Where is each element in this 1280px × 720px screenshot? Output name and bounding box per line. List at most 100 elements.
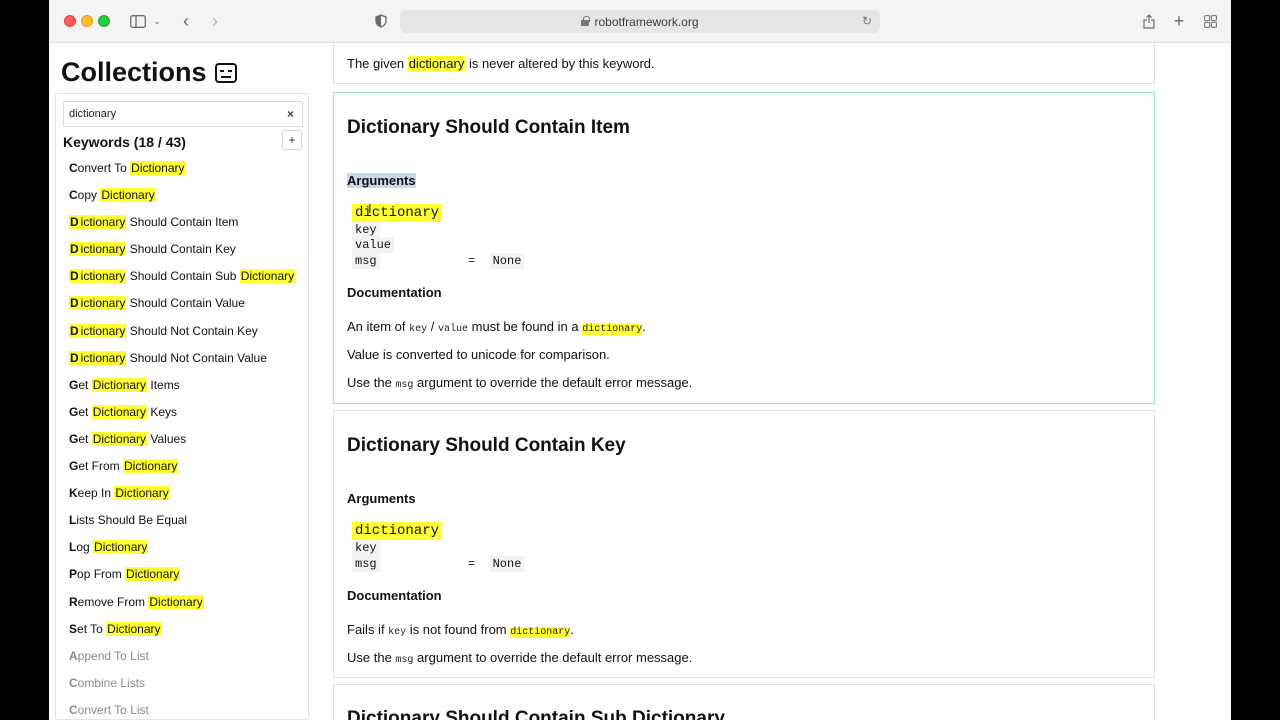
keyword-label-part: Dictionary: [130, 161, 186, 175]
keyword-label-part: Dictionary: [114, 486, 170, 501]
keyword-list-item[interactable]: Dictionary Should Contain Item: [69, 213, 295, 240]
keyword-title[interactable]: Dictionary Should Contain Sub Dictionary: [347, 708, 725, 720]
keyword-list-item[interactable]: Get From Dictionary: [69, 457, 295, 484]
argument-msg: msg: [352, 556, 380, 572]
keyword-title[interactable]: Dictionary Should Contain Item: [347, 117, 630, 139]
browser-toolbar: ⌄ ‹ › robotframework.org ↻ +: [49, 0, 1231, 43]
keyword-list: Convert To Dictionary Copy Dictionary Dict…: [69, 159, 296, 719]
keyword-list-item[interactable]: Get Dictionary Items: [69, 376, 295, 403]
argument-msg-default: = None: [468, 253, 525, 269]
keyword-label-part: G: [69, 404, 79, 419]
library-title-text: Collections: [61, 57, 207, 87]
keyword-label-part: P: [69, 567, 78, 582]
keyword-label-part: D: [69, 242, 80, 257]
keyword-label-part: C: [69, 675, 78, 690]
keyword-label-part: opy: [77, 188, 101, 203]
keyword-list-item[interactable]: Dictionary Should Contain Value: [69, 294, 295, 321]
clear-search-icon[interactable]: ×: [287, 107, 294, 121]
keyword-list-item[interactable]: Get Dictionary Keys: [69, 403, 295, 430]
keyword-label-part: C: [69, 161, 78, 175]
keyword-label-part: et To: [77, 621, 107, 636]
doc-line-1: An item of key / value must be found in …: [347, 319, 646, 335]
keyword-card-contain-key: Dictionary Should Contain Key Arguments …: [333, 410, 1155, 678]
keyword-label-part: Should Contain Item: [126, 215, 239, 230]
back-icon[interactable]: ‹: [177, 10, 195, 32]
keyword-list-item[interactable]: Set To Dictionary: [69, 620, 295, 647]
keyword-label-part: G: [69, 431, 79, 446]
close-window-button[interactable]: [64, 15, 76, 27]
keyword-list-item[interactable]: Pop From Dictionary: [69, 565, 295, 592]
keyword-label-part: ictionary: [79, 269, 127, 284]
documentation-heading: Documentation: [347, 285, 442, 300]
sidebar-toggle-icon[interactable]: [128, 10, 148, 32]
keyword-label-part: ictionary: [79, 296, 127, 311]
privacy-shield-icon[interactable]: [373, 10, 389, 32]
keyword-label-part: og: [76, 540, 94, 555]
keyword-list-item[interactable]: Lists Should Be Equal: [69, 511, 295, 538]
arguments-heading: Arguments: [347, 173, 416, 188]
keyword-label-part: D: [69, 269, 80, 284]
keyword-list-item[interactable]: Dictionary Should Not Contain Value: [69, 349, 295, 376]
keyword-list-item[interactable]: Convert To Dictionary: [69, 159, 295, 186]
keyword-list-item[interactable]: Combine Lists: [69, 674, 295, 701]
keyword-list-item[interactable]: Get Dictionary Values: [69, 430, 295, 457]
argument-key: key: [352, 540, 380, 556]
argument-value: value: [352, 237, 395, 253]
keyword-label-part: Dictionary: [123, 459, 179, 474]
tab-overview-icon[interactable]: [1202, 10, 1218, 32]
keyword-label-part: Dictionary: [91, 404, 148, 419]
keyword-label-part: C: [69, 188, 78, 203]
keyword-search: ×: [63, 101, 303, 127]
keyword-card-contain-sub-dictionary: Dictionary Should Contain Sub Dictionary: [333, 684, 1155, 720]
argument-msg-default: = None: [468, 556, 525, 572]
keyword-label-part: et: [78, 377, 92, 392]
reload-icon[interactable]: ↻: [862, 14, 872, 28]
keyword-label-part: ictionary: [79, 215, 127, 230]
keyword-list-item[interactable]: Append To List: [69, 647, 295, 674]
keyword-label-part: et: [78, 431, 92, 446]
keyword-label-part: Should Contain Value: [126, 296, 245, 311]
keyword-card-partial: The given dictionary is never altered by…: [333, 43, 1155, 84]
keyword-list-item[interactable]: Remove From Dictionary: [69, 593, 295, 620]
keyword-label-part: R: [69, 594, 78, 609]
address-bar[interactable]: robotframework.org ↻: [400, 10, 880, 33]
library-sidebar: Collections × Keywords (18 / 43) + Conve…: [49, 43, 319, 720]
keywords-count-header: Keywords (18 / 43): [63, 134, 186, 150]
minimize-window-button[interactable]: [81, 15, 93, 27]
doc-line-2: Value is converted to unicode for compar…: [347, 347, 610, 362]
keyword-list-item[interactable]: Log Dictionary: [69, 538, 295, 565]
chevron-down-icon[interactable]: ⌄: [152, 10, 162, 32]
new-tab-icon[interactable]: +: [1171, 10, 1187, 32]
keyword-label-part: op From: [77, 567, 126, 582]
doc-line-2: Use the msg argument to override the def…: [347, 650, 693, 666]
forward-icon[interactable]: ›: [206, 10, 224, 32]
keyword-label-part: Should Not Contain Key: [126, 323, 258, 338]
library-title: Collections: [61, 57, 237, 88]
keyword-label-part: ictionary: [79, 242, 127, 257]
expand-all-button[interactable]: +: [282, 130, 302, 150]
argument-dictionary: dictionary: [352, 522, 443, 540]
search-input[interactable]: [64, 102, 274, 126]
doc-line-1: Fails if key is not found from dictionar…: [347, 622, 574, 638]
keyword-label-part: eep In: [77, 486, 115, 501]
zoom-window-button[interactable]: [98, 15, 110, 27]
keyword-label-part: onvert To List: [77, 702, 149, 717]
keyword-list-item[interactable]: Dictionary Should Contain Key: [69, 240, 295, 267]
keyword-label-part: Dictionary: [125, 567, 181, 582]
keyword-note: The given dictionary is never altered by…: [347, 56, 655, 71]
keyword-list-item[interactable]: Keep In Dictionary: [69, 484, 295, 511]
keyword-label-part: D: [69, 215, 80, 230]
share-icon[interactable]: [1141, 10, 1157, 32]
keyword-label-part: ombine Lists: [77, 675, 146, 690]
documentation-heading: Documentation: [347, 588, 442, 603]
keyword-list-item[interactable]: Dictionary Should Contain Sub Dictionary: [69, 267, 296, 294]
keyword-label-part: Dictionary: [148, 594, 204, 609]
keyword-list-item[interactable]: Convert To List: [69, 701, 295, 719]
keyword-label-part: Dictionary: [239, 269, 296, 284]
keyword-title[interactable]: Dictionary Should Contain Key: [347, 435, 626, 457]
keyword-list-item[interactable]: Copy Dictionary: [69, 186, 295, 213]
keyword-label-part: Items: [147, 377, 180, 392]
keyword-list-item[interactable]: Dictionary Should Not Contain Key: [69, 322, 295, 349]
keyword-label-part: Values: [147, 431, 187, 446]
browser-window: ⌄ ‹ › robotframework.org ↻ + Collections…: [49, 0, 1231, 720]
